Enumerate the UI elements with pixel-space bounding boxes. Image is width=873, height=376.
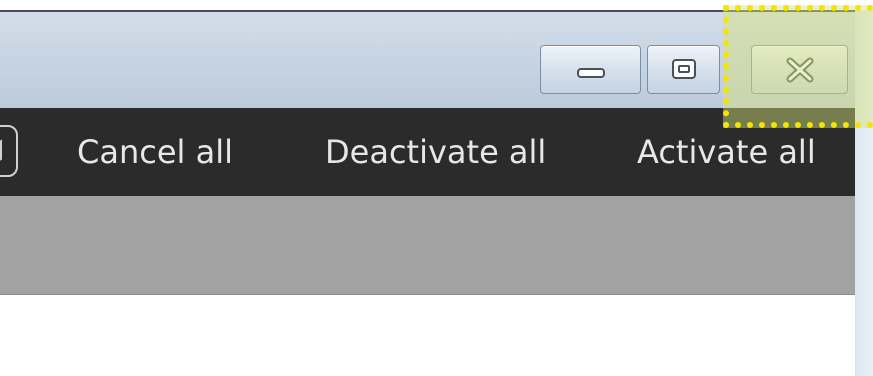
lock-icon[interactable] (0, 125, 18, 177)
content-area (0, 295, 855, 376)
maximize-icon (671, 58, 696, 79)
maximize-button[interactable] (647, 45, 720, 94)
header-bar (0, 196, 855, 295)
minimize-button[interactable] (540, 45, 641, 94)
cancel-all-button[interactable]: Cancel all (77, 108, 233, 196)
deactivate-all-button[interactable]: Deactivate all (325, 108, 546, 196)
minimize-icon (576, 67, 605, 78)
close-button-highlight (723, 5, 873, 128)
